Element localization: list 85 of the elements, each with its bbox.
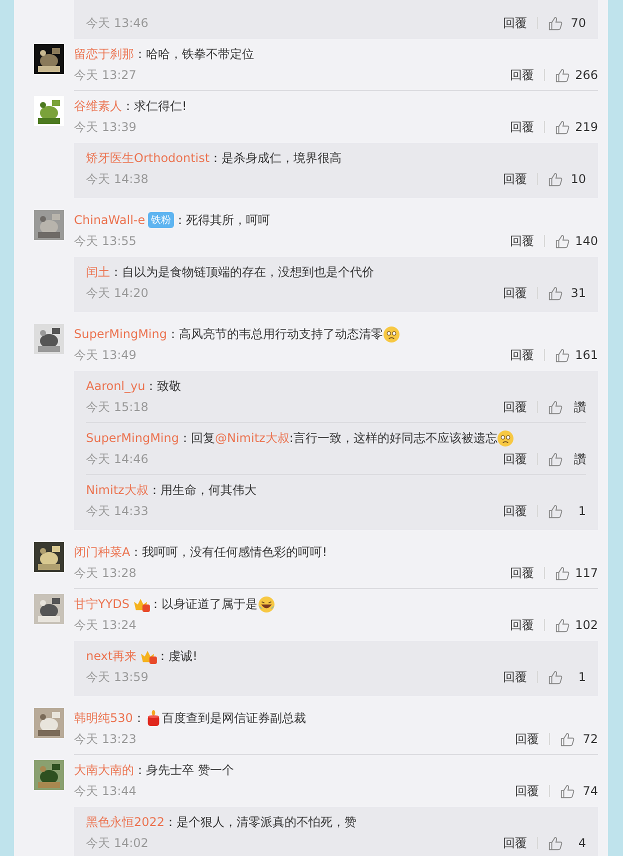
comment-text: ：哈哈，铁拳不带定位 xyxy=(134,46,254,62)
reply-link[interactable]: 回覆 xyxy=(510,118,534,136)
timestamp: 今天 14:02 xyxy=(86,834,148,852)
thumbs-up-icon[interactable] xyxy=(555,120,570,134)
reply-link[interactable]: 回覆 xyxy=(503,450,527,468)
timestamp: 今天 13:49 xyxy=(74,346,136,364)
timestamp: 今天 13:27 xyxy=(74,66,136,84)
laughing-face-icon xyxy=(258,596,275,612)
timestamp: 今天 15:18 xyxy=(86,398,148,416)
reply-link[interactable]: 回覆 xyxy=(510,232,534,250)
thumbs-up-icon[interactable] xyxy=(555,234,570,248)
reply-link[interactable]: 回覆 xyxy=(503,668,527,686)
comment-text: ：虔诚! xyxy=(156,648,198,664)
thumbs-up-icon[interactable] xyxy=(555,618,570,632)
crown-badge-icon xyxy=(140,648,157,664)
like-count: 讚 xyxy=(573,450,586,468)
like-count: 102 xyxy=(575,618,598,632)
like-count: 72 xyxy=(582,732,598,746)
comment-text: ：以身证道了属于是 xyxy=(150,596,275,612)
timestamp: 今天 13:44 xyxy=(74,782,136,800)
like-count: 161 xyxy=(575,348,598,362)
thumbs-up-icon[interactable] xyxy=(548,286,563,300)
thumbs-up-icon[interactable] xyxy=(548,400,563,414)
like-count: 10 xyxy=(570,172,586,186)
fan-badge: 铁粉 xyxy=(148,212,174,228)
timestamp: 今天 14:46 xyxy=(86,450,148,468)
like-count: 1 xyxy=(577,504,586,518)
timestamp: 今天 13:46 xyxy=(86,14,148,32)
thumbs-up-icon[interactable] xyxy=(548,504,563,518)
reply-link[interactable]: 回覆 xyxy=(503,14,527,32)
reply-link[interactable]: 回覆 xyxy=(510,616,534,634)
reply-link[interactable]: 回覆 xyxy=(503,502,527,520)
reply-link[interactable]: 回覆 xyxy=(510,346,534,364)
like-count: 74 xyxy=(582,784,598,798)
comment-text: ：我呵呵，没有任何感情色彩的呵呵! xyxy=(130,544,328,560)
reply-link[interactable]: 回覆 xyxy=(515,782,539,800)
comment-text: ：是个狠人，清零派真的不怕死，赞 xyxy=(164,814,357,830)
like-count: 117 xyxy=(575,566,598,580)
thumbs-up-icon[interactable] xyxy=(548,16,563,30)
comment-text: ：求仁得仁! xyxy=(122,98,187,114)
comment-text: ：用生命，何其伟大 xyxy=(148,482,256,498)
thumbs-up-icon[interactable] xyxy=(548,452,563,466)
comment-text: ：自以为是食物链顶端的存在，没想到也是个代价 xyxy=(110,264,374,280)
reply-link[interactable]: 回覆 xyxy=(510,564,534,582)
thumbs-up-icon[interactable] xyxy=(560,784,575,798)
crown-badge-icon xyxy=(132,596,150,612)
like-count: 4 xyxy=(577,836,586,850)
like-count: 讚 xyxy=(573,398,586,416)
reply-link[interactable]: 回覆 xyxy=(503,170,527,188)
reply-link[interactable]: 回覆 xyxy=(503,834,527,852)
thumbs-up-icon[interactable] xyxy=(555,348,570,362)
reply-link[interactable]: 回覆 xyxy=(503,284,527,302)
timestamp: 今天 13:23 xyxy=(74,730,136,748)
like-count: 70 xyxy=(570,16,586,30)
timestamp: 今天 13:39 xyxy=(74,118,136,136)
timestamp: 今天 13:55 xyxy=(74,232,136,250)
timestamp: 今天 13:24 xyxy=(74,616,136,634)
timestamp: 今天 14:38 xyxy=(86,170,148,188)
comment-text: ： 百度查到是网信证券副总裁 xyxy=(132,710,306,726)
thumbs-up-icon[interactable] xyxy=(555,68,570,82)
thumbs-up-icon[interactable] xyxy=(555,566,570,580)
like-count: 140 xyxy=(575,234,598,248)
comment-text: ：回复@Nimitz大叔:言行一致，这样的好同志不应该被遗忘 xyxy=(178,430,514,446)
comment-text: ：是杀身成仁，境界很高 xyxy=(210,150,342,166)
timestamp: 今天 14:20 xyxy=(86,284,148,302)
comment-text: ：高风亮节的韦总用行动支持了动态清零 xyxy=(166,326,400,342)
like-count: 31 xyxy=(570,286,586,300)
reply-link[interactable]: 回覆 xyxy=(510,66,534,84)
sad-face-icon xyxy=(382,326,400,342)
reply-link[interactable]: 回覆 xyxy=(515,730,539,748)
like-count: 219 xyxy=(575,120,598,134)
like-count: 1 xyxy=(577,670,586,684)
like-count: 266 xyxy=(575,68,598,82)
thumbs-up-icon[interactable] xyxy=(560,732,575,746)
thumbs-up-icon[interactable] xyxy=(548,670,563,684)
comment-text: ：身先士卒 赞一个 xyxy=(134,762,234,778)
timestamp: 今天 13:59 xyxy=(86,668,148,686)
sad-face-icon xyxy=(497,430,514,446)
reply-link[interactable]: 回覆 xyxy=(503,398,527,416)
thumbs-up-icon[interactable] xyxy=(548,836,563,850)
timestamp: 今天 14:33 xyxy=(86,502,148,520)
comment-text: ：死得其所，呵呵 xyxy=(174,212,270,228)
comment-text: ：致敬 xyxy=(145,378,182,394)
timestamp: 今天 13:28 xyxy=(74,564,136,582)
thumbs-up-icon[interactable] xyxy=(548,172,563,186)
